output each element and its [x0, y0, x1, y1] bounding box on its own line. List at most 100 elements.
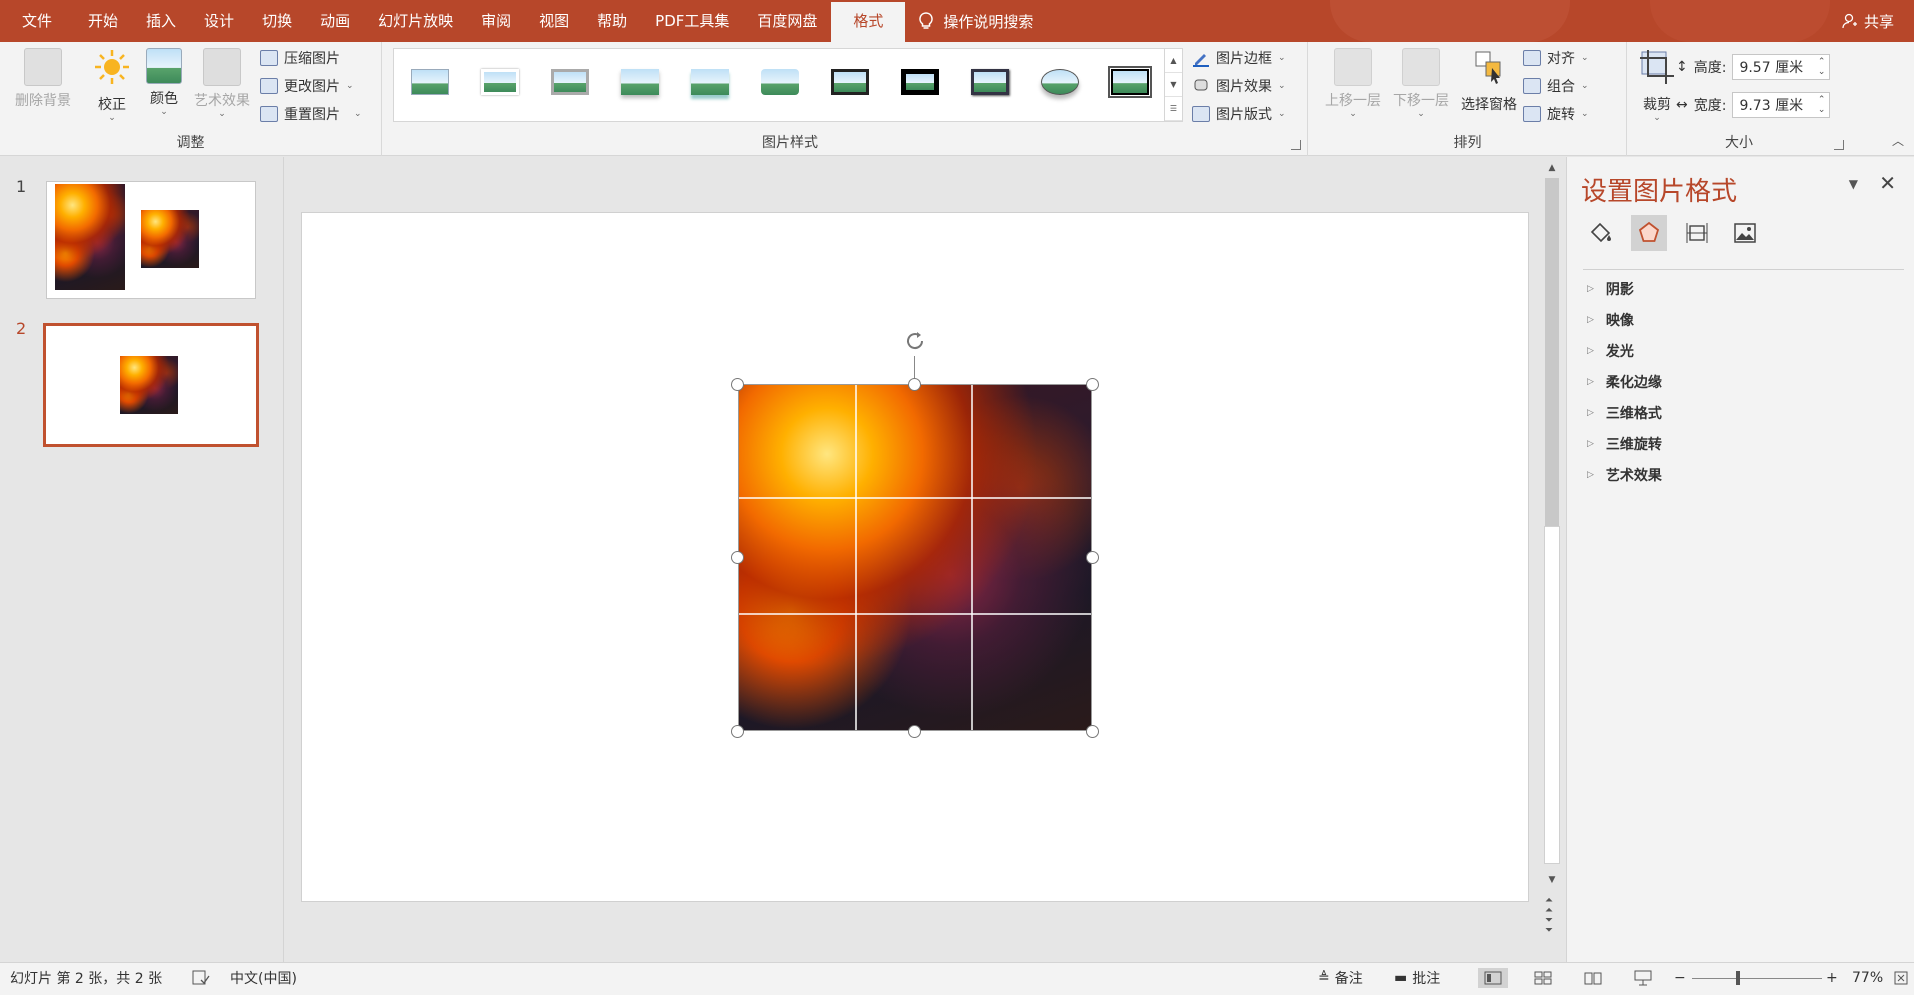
tab-insert[interactable]: 插入 — [132, 0, 190, 42]
tab-pdf-tools[interactable]: PDF工具集 — [641, 0, 743, 42]
dialog-launcher-icon[interactable] — [1834, 140, 1844, 150]
picture-style-thick-black[interactable] — [898, 63, 942, 101]
tab-format[interactable]: 格式 — [831, 2, 906, 42]
tab-review[interactable]: 审阅 — [467, 0, 525, 42]
scrollbar-thumb[interactable] — [1545, 178, 1559, 526]
pane-options-icon[interactable]: ▼ — [1849, 177, 1858, 191]
tab-file[interactable]: 文件 — [0, 0, 74, 42]
scroll-down-icon[interactable]: ▼ — [1543, 872, 1561, 888]
dialog-launcher-icon[interactable] — [1291, 140, 1301, 150]
gallery-down-icon[interactable]: ▼ — [1165, 73, 1182, 97]
rotate-button[interactable]: 旋转 ⌄ — [1523, 102, 1589, 126]
fit-slide-icon[interactable] — [1894, 963, 1908, 993]
section-glow[interactable]: ▷ 发光 — [1587, 341, 1634, 361]
zoom-slider-knob[interactable] — [1736, 971, 1740, 985]
picture-style-oval[interactable] — [1038, 63, 1082, 101]
tell-me-search[interactable]: 操作说明搜索 — [917, 11, 1033, 32]
tab-baidu-netdisk[interactable]: 百度网盘 — [743, 0, 831, 42]
align-button[interactable]: 对齐 ⌄ — [1523, 46, 1589, 70]
section-3d-rotation[interactable]: ▷ 三维旋转 — [1587, 434, 1662, 454]
tab-slideshow[interactable]: 幻灯片放映 — [364, 0, 467, 42]
picture-layout-button[interactable]: 图片版式 ⌄ — [1192, 102, 1286, 126]
picture-border-button[interactable]: 图片边框 ⌄ — [1192, 46, 1286, 70]
comments-button[interactable]: ▬ 批注 — [1394, 963, 1440, 993]
resize-handle-top-right[interactable] — [1086, 378, 1099, 391]
reading-view-button[interactable] — [1578, 968, 1608, 988]
normal-view-button[interactable] — [1478, 968, 1508, 988]
scrollbar-track[interactable] — [1544, 526, 1560, 864]
picture-tab[interactable] — [1727, 215, 1763, 251]
change-picture-button[interactable]: 更改图片 ⌄ — [260, 74, 354, 98]
tab-home[interactable]: 开始 — [74, 0, 132, 42]
width-input[interactable]: 9.73 厘米 ⌃ ⌄ — [1732, 92, 1831, 118]
zoom-slider-track[interactable] — [1692, 978, 1822, 979]
picture-icon — [1734, 223, 1756, 243]
picture-style-simple-frame[interactable] — [408, 63, 452, 101]
tab-help[interactable]: 帮助 — [583, 0, 641, 42]
resize-handle-top[interactable] — [908, 378, 921, 391]
spinner-arrows-icon[interactable]: ⌃ ⌄ — [1818, 57, 1826, 77]
group-button[interactable]: 组合 ⌄ — [1523, 74, 1589, 98]
tab-transitions[interactable]: 切换 — [248, 0, 306, 42]
share-button[interactable]: 共享 — [1842, 0, 1894, 42]
rotation-handle-icon[interactable] — [902, 328, 928, 354]
picture-style-reflected[interactable] — [688, 63, 732, 101]
gallery-more-icon[interactable]: ☰ — [1165, 97, 1182, 121]
compress-pictures-button[interactable]: 压缩图片 — [260, 46, 340, 70]
section-shadow[interactable]: ▷ 阴影 — [1587, 279, 1634, 299]
resize-handle-top-left[interactable] — [731, 378, 744, 391]
section-reflection[interactable]: ▷ 映像 — [1587, 310, 1634, 330]
picture-style-double-frame[interactable] — [1108, 63, 1152, 101]
picture-style-rounded[interactable] — [758, 63, 802, 101]
artistic-effects-button[interactable]: 艺术效果 ⌄ — [190, 48, 254, 119]
language-indicator[interactable]: 中文(中国) — [230, 963, 297, 993]
send-backward-button[interactable]: 下移一层 ⌄ — [1387, 48, 1455, 119]
tab-animations[interactable]: 动画 — [306, 0, 364, 42]
picture-style-gray-frame[interactable] — [548, 63, 592, 101]
color-button[interactable]: 颜色 ⌄ — [136, 48, 192, 117]
tab-view[interactable]: 视图 — [525, 0, 583, 42]
next-slide-icon[interactable]: ⏷ ⏷ — [1545, 916, 1553, 936]
remove-background-button[interactable]: 删除背景 — [8, 48, 78, 110]
zoom-level[interactable]: 77% — [1852, 963, 1883, 993]
zoom-out-button[interactable]: − — [1674, 963, 1686, 993]
resize-handle-bottom[interactable] — [908, 725, 921, 738]
selection-pane-button[interactable]: 选择窗格 — [1455, 48, 1523, 114]
picture-style-soft-edge[interactable] — [618, 63, 662, 101]
tab-design[interactable]: 设计 — [190, 0, 248, 42]
slide-thumbnail-2[interactable] — [43, 323, 259, 447]
resize-handle-bottom-right[interactable] — [1086, 725, 1099, 738]
vertical-scrollbar[interactable]: ▲ ▼ — [1543, 160, 1561, 890]
fill-line-tab[interactable] — [1583, 215, 1619, 251]
selected-picture[interactable] — [738, 384, 1092, 731]
reset-picture-button[interactable]: 重置图片 ⌄ — [260, 102, 362, 126]
slide-sorter-button[interactable] — [1528, 968, 1558, 988]
resize-handle-right[interactable] — [1086, 551, 1099, 564]
spell-check-icon[interactable] — [192, 963, 210, 993]
zoom-in-button[interactable]: + — [1826, 963, 1838, 993]
picture-style-dark-bevel[interactable] — [968, 63, 1012, 101]
section-3d-format[interactable]: ▷ 三维格式 — [1587, 403, 1662, 423]
slide-thumbnail-1[interactable] — [46, 181, 256, 299]
resize-handle-left[interactable] — [731, 551, 744, 564]
corrections-button[interactable]: 校正 ⌄ — [84, 48, 140, 123]
picture-style-white-frame[interactable] — [478, 63, 522, 101]
width-label: 宽度: — [1693, 98, 1727, 114]
close-icon[interactable]: ✕ — [1879, 171, 1896, 195]
collapse-ribbon-icon[interactable]: ︿ — [1892, 132, 1904, 149]
scroll-up-icon[interactable]: ▲ — [1543, 160, 1561, 176]
height-input[interactable]: 9.57 厘米 ⌃ ⌄ — [1732, 54, 1831, 80]
spinner-arrows-icon[interactable]: ⌃ ⌄ — [1818, 95, 1826, 115]
gallery-up-icon[interactable]: ▲ — [1165, 49, 1182, 73]
section-soft-edges[interactable]: ▷ 柔化边缘 — [1587, 372, 1662, 392]
size-properties-tab[interactable] — [1679, 215, 1715, 251]
effects-tab[interactable] — [1631, 215, 1667, 251]
previous-slide-icon[interactable]: ⏶ ⏶ — [1545, 896, 1553, 916]
notes-button[interactable]: ≜ 备注 — [1318, 963, 1363, 993]
picture-effects-button[interactable]: 图片效果 ⌄ — [1192, 74, 1286, 98]
slideshow-view-button[interactable] — [1628, 968, 1658, 988]
picture-style-black-frame[interactable] — [828, 63, 872, 101]
bring-forward-button[interactable]: 上移一层 ⌄ — [1319, 48, 1387, 119]
section-artistic-effects[interactable]: ▷ 艺术效果 — [1587, 465, 1662, 485]
resize-handle-bottom-left[interactable] — [731, 725, 744, 738]
